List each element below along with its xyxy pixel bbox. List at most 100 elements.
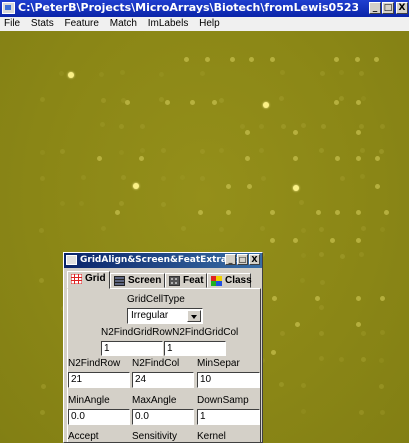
dialog-title-bar[interactable]: GridAlign&Screen&FeatExtract _ □ X [64,253,262,268]
array-spot [359,148,365,154]
n2-find-row-input[interactable]: 21 [68,372,130,388]
array-spot [356,238,361,243]
menu-file[interactable]: File [0,17,24,29]
close-button[interactable]: X [396,2,408,14]
find-grid-row-input[interactable]: 1 [101,341,163,356]
array-spot [360,226,366,231]
tab-grid[interactable]: Grid [67,271,110,289]
array-spot [139,148,145,154]
array-spot [384,210,389,215]
array-spot [39,150,45,156]
array-spot [271,350,276,355]
max-angle-input[interactable]: 0.0 [132,409,194,425]
grid-cell-type-select[interactable]: Irregular [127,308,203,324]
dialog-minimize-button[interactable]: _ [225,254,236,265]
tab-screen-label: Screen [128,275,162,286]
dialog-app-icon [66,255,77,265]
array-spot [319,356,325,362]
array-spot [258,147,264,153]
array-spot [330,238,335,243]
menu-match[interactable]: Match [106,17,141,29]
array-spot [270,210,275,215]
menu-stats[interactable]: Stats [27,17,58,29]
grid-align-dialog: GridAlign&Screen&FeatExtract _ □ X Grid … [63,252,263,443]
tab-screen[interactable]: Screen [110,273,165,288]
grid-cell-type-label: GridCellType [127,294,185,305]
array-spot [247,184,252,189]
class-icon [211,276,222,286]
array-spot [298,200,304,206]
array-spot [159,96,165,102]
array-spot [320,280,326,286]
down-samp-input[interactable]: 1 [197,409,260,425]
array-spot [161,202,167,208]
array-spot [160,176,166,182]
array-spot [260,225,266,231]
kernel-label: Kernel [197,431,226,442]
array-spot [340,253,346,259]
array-spot [218,98,224,104]
array-spot [226,210,231,215]
array-spot [240,124,246,130]
dialog-close-button[interactable]: X [249,254,260,265]
array-spot [379,149,385,155]
array-spot [293,130,298,135]
feat-icon [169,276,180,286]
find-grid-col-input[interactable]: 1 [164,341,226,356]
menu-help[interactable]: Help [195,17,224,29]
array-spot [39,227,45,233]
array-spot [100,226,106,232]
array-spot [379,123,385,129]
array-spot [358,70,364,76]
array-spot [319,226,325,232]
array-spot [226,184,231,189]
array-spot [301,253,307,259]
array-spot [39,278,45,284]
min-separ-label: MinSepar [197,358,240,369]
array-spot [293,156,298,161]
array-spot [339,356,345,362]
array-spot [139,156,144,161]
dialog-tabs: Grid Screen Feat Class [67,271,261,289]
array-spot [97,156,102,161]
array-spot [338,95,344,101]
array-spot [301,409,307,415]
array-spot [374,57,379,62]
menu-feature[interactable]: Feature [60,17,102,29]
array-spot [380,330,386,336]
min-separ-input[interactable]: 10 [197,372,260,388]
array-spot [334,100,339,105]
array-spot [361,356,367,362]
array-spot [278,381,284,387]
array-spot [199,148,205,154]
array-spot [301,227,307,233]
tab-feat[interactable]: Feat [165,273,207,288]
array-spot [180,225,186,231]
array-spot [212,100,217,105]
tab-feat-label: Feat [183,275,204,286]
array-spot [361,95,367,101]
array-spot [295,322,300,327]
array-spot [245,156,250,161]
chevron-down-icon[interactable] [187,310,201,322]
array-spot [320,70,326,76]
array-spot [300,278,306,284]
array-spot [139,124,145,130]
menu-imlabels[interactable]: ImLabels [144,17,193,29]
min-angle-input[interactable]: 0.0 [68,409,130,425]
array-spot [360,173,366,179]
minimize-button[interactable]: _ [369,2,381,14]
n2-find-col-input[interactable]: 24 [132,372,194,388]
array-spot [99,121,105,127]
sensitivity-label: Sensitivity [132,431,178,442]
array-spot [356,130,361,135]
window-title-bar[interactable]: C:\PeterB\Projects\MicroArrays\Biotech\f… [0,0,409,17]
find-grid-row-col-label: N2FindGridRowN2FindGridCol [101,327,239,338]
array-spot [270,238,275,243]
array-spot [358,124,364,130]
dialog-maximize-button[interactable]: □ [237,254,248,265]
array-spot [339,176,345,182]
array-spot [359,409,364,415]
maximize-button[interactable]: □ [382,2,394,14]
tab-class[interactable]: Class [207,273,252,288]
